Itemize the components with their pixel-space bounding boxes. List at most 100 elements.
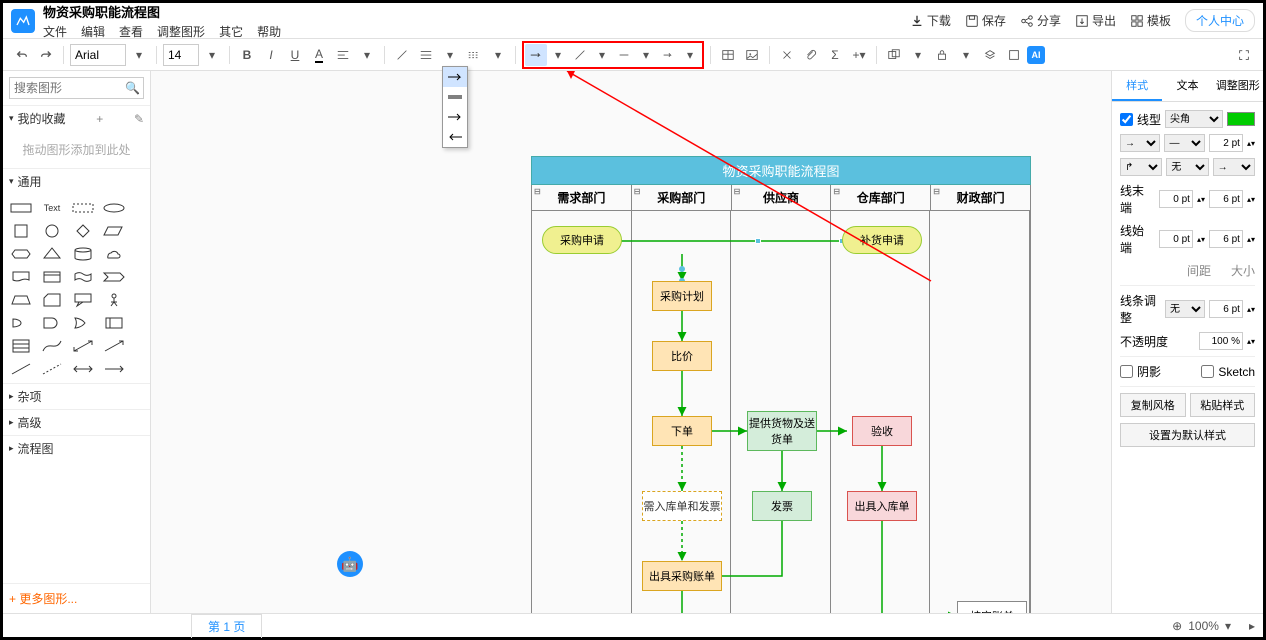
assistant-robot-icon[interactable]: 🤖 [337,551,363,577]
lock-button[interactable] [931,44,953,66]
export-button[interactable]: 导出 [1075,12,1116,29]
swimlane-body[interactable]: 采购申请 补货申请 采购计划 比价 下单 提供货物及送货单 验收 需入库单和发票… [531,211,1031,613]
linestart-dropdown-icon[interactable]: ▾ [635,44,657,66]
node-verify-acct[interactable]: 核实账单 [957,601,1027,613]
clear-format-button[interactable] [776,44,798,66]
line-adjust-input[interactable] [1209,300,1243,318]
save-button[interactable]: 保存 [965,12,1006,29]
line-color-button[interactable] [391,44,413,66]
shape-or[interactable] [69,313,97,333]
waypoint-option-double[interactable] [443,87,467,107]
connection-button[interactable] [569,44,591,66]
shape-parallelogram[interactable] [100,221,128,241]
linestyle-dropdown-icon[interactable]: ▾ [487,44,509,66]
shape-actor[interactable] [100,290,128,310]
misc-section[interactable]: ▸杂项 [3,383,150,409]
document-title[interactable]: 物资采购职能流程图 [43,2,281,21]
align-button[interactable] [332,44,354,66]
flowchart-title[interactable]: 物资采购职能流程图 [531,156,1031,185]
line-style-button[interactable] [463,44,485,66]
underline-button[interactable]: U [284,44,306,66]
search-shapes-input[interactable] [9,77,144,99]
italic-button[interactable]: I [260,44,282,66]
layers-button[interactable] [979,44,1001,66]
shape-ellipse-thin[interactable] [100,198,128,218]
table-button[interactable] [717,44,739,66]
add-favorite-icon[interactable]: + [96,112,103,126]
lock-dropdown-icon[interactable]: ▾ [955,44,977,66]
shape-callout[interactable] [69,290,97,310]
copy-style-button[interactable]: 复制风格 [1120,393,1186,417]
fontsize-dropdown-icon[interactable]: ▾ [201,44,223,66]
node-restock-req[interactable]: 补货申请 [842,226,922,254]
lineend-dropdown-icon[interactable]: ▾ [679,44,701,66]
formula-button[interactable]: Σ [824,44,846,66]
tab-style[interactable]: 样式 [1112,71,1162,101]
line-dash-select[interactable]: — [1164,134,1204,152]
shape-and[interactable] [38,313,66,333]
canvas-area[interactable]: 物资采购职能流程图 ⊟需求部门 ⊟采购部门 ⊟供应商 ⊟仓库部门 ⊟财政部门 [151,71,1111,613]
fill-color-button[interactable] [415,44,437,66]
col-purchase[interactable]: ⊟采购部门 [632,185,732,210]
node-purchase-req[interactable]: 采购申请 [542,226,622,254]
personal-center-button[interactable]: 个人中心 [1185,9,1255,32]
shape-section[interactable] [69,198,97,218]
waypoint-option-open[interactable] [443,107,467,127]
line-end-size-input[interactable] [1209,190,1243,208]
more-shapes-button[interactable]: + 更多图形... [3,583,150,613]
line-start-button[interactable] [613,44,635,66]
node-provide[interactable]: 提供货物及送货单 [747,411,817,451]
shape-biarrow[interactable] [69,336,97,356]
shape-link-biarrow[interactable] [69,359,97,379]
advanced-section[interactable]: ▸高级 [3,409,150,435]
shape-cloud[interactable] [100,244,128,264]
line-end-style-select[interactable]: → [1120,134,1160,152]
opacity-input[interactable] [1199,332,1243,350]
waypoint-option-arrow[interactable] [443,67,467,87]
node-order[interactable]: 下单 [652,416,712,446]
stepper-icon[interactable]: ▴▾ [1247,139,1255,148]
redo-button[interactable] [35,44,57,66]
line-adjust-select[interactable]: 无 [1165,300,1205,318]
download-button[interactable]: 下载 [910,12,951,29]
fullscreen-button[interactable] [1233,44,1255,66]
shape-curve[interactable] [38,336,66,356]
shape-triangle[interactable] [38,244,66,264]
node-accept[interactable]: 验收 [852,416,912,446]
menu-help[interactable]: 帮助 [257,23,281,40]
col-demand[interactable]: ⊟需求部门 [532,185,632,210]
node-invoice[interactable]: 发票 [752,491,812,521]
shape-square[interactable] [7,221,35,241]
shape-trapezoid[interactable] [7,290,35,310]
attachment-button[interactable] [800,44,822,66]
menu-edit[interactable]: 编辑 [81,23,105,40]
col-finance[interactable]: ⊟财政部门 [931,185,1030,210]
line-start-arrow-select[interactable]: ↱ [1120,158,1162,176]
zoom-value[interactable]: 100% [1188,619,1219,633]
expand-panel-icon[interactable]: ▸ [1249,619,1255,633]
shape-dashline[interactable] [38,359,66,379]
shape-tape[interactable] [69,267,97,287]
shape-datastore[interactable] [100,313,128,333]
group-button[interactable] [883,44,905,66]
bold-button[interactable]: B [236,44,258,66]
image-button[interactable] [741,44,763,66]
menu-arrange[interactable]: 调整图形 [157,23,205,40]
menu-file[interactable]: 文件 [43,23,67,40]
shape-step[interactable] [100,267,128,287]
shape-storage[interactable] [38,267,66,287]
waypoint-dropdown-icon[interactable]: ▾ [547,44,569,66]
sketch-checkbox[interactable] [1201,365,1214,378]
paste-style-button[interactable]: 粘贴样式 [1190,393,1256,417]
shape-arrow-thin[interactable] [100,336,128,356]
shape-halfcircle[interactable] [7,313,35,333]
line-start-spacing-input[interactable] [1159,230,1193,248]
node-purchase-acct[interactable]: 出具采购账单 [642,561,722,591]
font-size-select[interactable] [163,44,199,66]
zoom-dropdown-icon[interactable]: ▾ [1225,619,1231,633]
line-none-select[interactable]: 无 [1166,158,1208,176]
shape-rect-thin[interactable] [7,198,35,218]
line-end-button[interactable] [657,44,679,66]
node-purchase-plan[interactable]: 采购计划 [652,281,712,311]
node-stock-in[interactable]: 出具入库单 [847,491,917,521]
